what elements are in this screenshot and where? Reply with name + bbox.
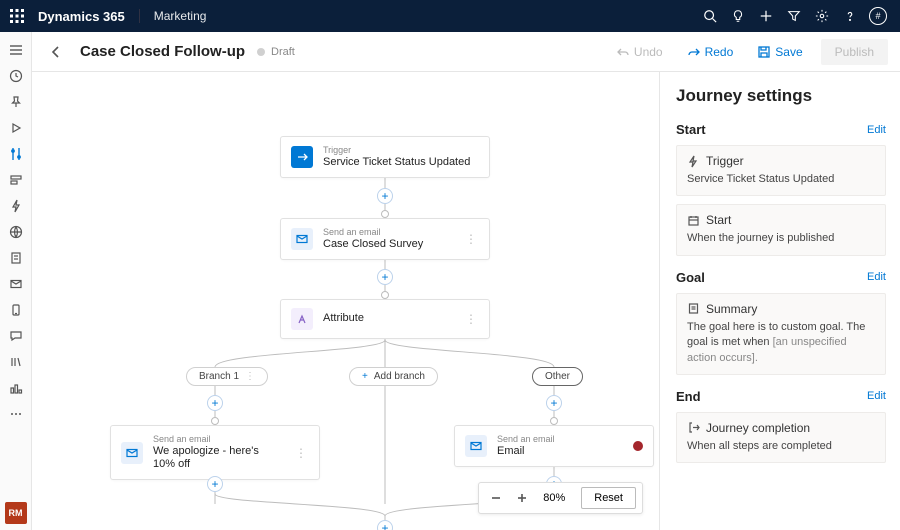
attribute-icon <box>291 308 313 330</box>
rail-flash-icon[interactable] <box>2 194 30 218</box>
node-attribute[interactable]: Attribute ⋮ <box>280 299 490 339</box>
goal-summary-card: Summary The goal here is to custom goal.… <box>676 293 886 375</box>
add-branch-button[interactable]: +Add branch <box>349 367 438 386</box>
panel-title: Journey settings <box>676 86 886 106</box>
email-icon <box>291 228 313 250</box>
node-more-icon[interactable]: ⋮ <box>463 232 479 246</box>
search-icon[interactable] <box>696 0 724 32</box>
zoom-level: 80% <box>537 492 571 504</box>
add-icon[interactable] <box>752 0 780 32</box>
section-goal-heading: Goal <box>676 270 705 285</box>
app-launcher-icon[interactable] <box>8 7 26 25</box>
branch-pill[interactable]: Branch 1⋮ <box>186 367 268 386</box>
exit-icon <box>687 421 700 434</box>
zoom-control: 80% Reset <box>478 482 643 514</box>
node-more-icon[interactable]: ⋮ <box>463 312 479 326</box>
zoom-in-button[interactable] <box>511 487 533 509</box>
rail-mail-icon[interactable] <box>2 272 30 296</box>
branch-more-icon[interactable]: ⋮ <box>245 371 255 382</box>
rail-phone-icon[interactable] <box>2 298 30 322</box>
help-icon[interactable] <box>836 0 864 32</box>
add-step-button[interactable]: + <box>377 520 393 530</box>
undo-button[interactable]: Undo <box>610 41 669 63</box>
email-icon <box>465 435 487 457</box>
filter-icon[interactable] <box>780 0 808 32</box>
redo-button[interactable]: Redo <box>681 41 740 63</box>
section-start-heading: Start <box>676 122 706 137</box>
node-trigger[interactable]: TriggerService Ticket Status Updated <box>280 136 490 178</box>
node-email-survey[interactable]: Send an emailCase Closed Survey ⋮ <box>280 218 490 260</box>
summary-icon <box>687 302 700 315</box>
rail-chat-icon[interactable] <box>2 324 30 348</box>
connector-terminal <box>550 417 558 425</box>
rail-user-badge[interactable]: RM <box>5 502 27 524</box>
settings-panel: Journey settings Start Edit Trigger Servi… <box>660 72 900 530</box>
module-label: Marketing <box>139 9 207 23</box>
add-step-button[interactable]: + <box>377 188 393 204</box>
trigger-icon <box>291 146 313 168</box>
calendar-icon <box>687 214 700 227</box>
rail-globe-icon[interactable] <box>2 220 30 244</box>
section-end-heading: End <box>676 389 701 404</box>
start-when-card: Start When the journey is published <box>676 204 886 255</box>
zoom-reset-button[interactable]: Reset <box>581 487 636 509</box>
email-icon <box>121 442 143 464</box>
status-badge: Draft <box>257 46 295 58</box>
save-button[interactable]: Save <box>751 41 808 63</box>
publish-button: Publish <box>821 39 888 65</box>
add-step-button[interactable]: + <box>546 395 562 411</box>
rail-recent-icon[interactable] <box>2 64 30 88</box>
trigger-icon <box>687 155 700 168</box>
connector-terminal <box>381 291 389 299</box>
gear-icon[interactable] <box>808 0 836 32</box>
command-bar: Case Closed Follow-up Draft Undo Redo Sa… <box>32 32 900 72</box>
branch-other-pill[interactable]: Other <box>532 367 583 386</box>
node-email-apology[interactable]: Send an emailWe apologize - here's 10% o… <box>110 425 320 480</box>
journey-canvas[interactable]: TriggerService Ticket Status Updated + S… <box>32 72 660 530</box>
edit-end-link[interactable]: Edit <box>867 390 886 402</box>
edit-goal-link[interactable]: Edit <box>867 271 886 283</box>
node-email-generic[interactable]: Send an emailEmail <box>454 425 654 467</box>
rail-play-icon[interactable] <box>2 116 30 140</box>
rail-form-icon[interactable] <box>2 246 30 270</box>
edit-start-link[interactable]: Edit <box>867 124 886 136</box>
rail-menu-icon[interactable] <box>2 38 30 62</box>
rail-analytics-icon[interactable] <box>2 376 30 400</box>
node-more-icon[interactable]: ⋮ <box>293 446 309 460</box>
zoom-out-button[interactable] <box>485 487 507 509</box>
page-title: Case Closed Follow-up <box>80 43 245 60</box>
rail-library-icon[interactable] <box>2 350 30 374</box>
end-completion-card: Journey completion When all steps are co… <box>676 412 886 463</box>
rail-more-icon[interactable] <box>2 402 30 426</box>
rail-segment-icon[interactable] <box>2 168 30 192</box>
back-button[interactable] <box>44 40 68 64</box>
rail-journey-icon[interactable] <box>2 142 30 166</box>
start-trigger-card: Trigger Service Ticket Status Updated <box>676 145 886 196</box>
rail-pin-icon[interactable] <box>2 90 30 114</box>
connector-terminal <box>381 210 389 218</box>
connector-terminal <box>211 417 219 425</box>
add-step-button[interactable]: + <box>207 476 223 492</box>
brand-label: Dynamics 365 <box>38 9 125 24</box>
add-step-button[interactable]: + <box>207 395 223 411</box>
user-avatar[interactable]: # <box>864 0 892 32</box>
error-icon <box>633 441 643 451</box>
top-app-bar: Dynamics 365 Marketing # <box>0 0 900 32</box>
add-step-button[interactable]: + <box>377 269 393 285</box>
side-rail: RM <box>0 32 32 530</box>
idea-icon[interactable] <box>724 0 752 32</box>
